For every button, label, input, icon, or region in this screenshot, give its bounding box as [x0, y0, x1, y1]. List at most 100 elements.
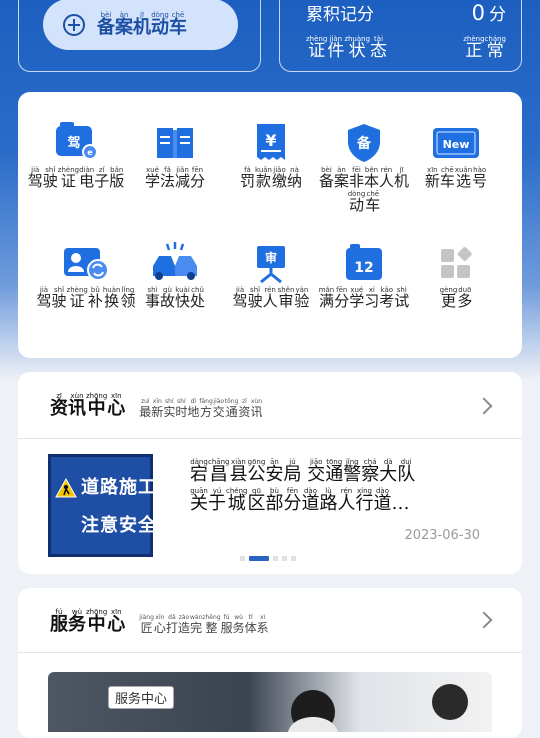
ruby-char: xué 学 — [145, 166, 160, 190]
carousel-dot[interactable] — [291, 556, 296, 561]
grid-item-e-license[interactable]: 驾 e jià 驾 shǐ 驶 zhèng 证 diàn 电 zǐ 子 bǎn 版 — [26, 122, 126, 190]
hanzi: 服 — [220, 621, 233, 636]
hanzi: 服 — [50, 614, 68, 635]
hanzi: 安 — [265, 464, 284, 485]
carousel-dot[interactable] — [282, 556, 287, 561]
hanzi: 通 — [225, 405, 238, 420]
grid-item-fine-payment[interactable]: ¥ fá 罚 kuǎn 款 jiǎo 缴 nà 纳 — [221, 122, 321, 190]
ruby-char: fāng 方 — [199, 398, 212, 419]
hanzi: 队 — [397, 464, 416, 485]
ruby-char: shǐ 驶 — [52, 286, 67, 310]
grid-item-register-nonowner[interactable]: 备 bèi 备 àn 案 fēi 非 běn 本 rén 人 jī 机 dòng 动 chē 车 — [314, 122, 414, 214]
ruby-char: dì 地 — [187, 398, 199, 419]
ruby-char: fēi 非 — [349, 166, 364, 190]
hanzi: 子 — [94, 172, 110, 190]
hanzi: 最 — [139, 405, 152, 420]
ruby-char: gōng 公 — [247, 458, 265, 485]
ruby-char: lù 路 — [319, 487, 337, 514]
service-subtitle: jiàng 匠 xīn 心 dǎ 打 zào 造 wán 完 zhěng 整 fú 服 wù 务 tǐ 体 xì 系 — [139, 614, 268, 635]
grid-item-accident[interactable]: shì 事 gù 故 kuài 快 chǔ 处 — [125, 242, 225, 310]
hanzi: 满 — [318, 292, 334, 310]
ruby-char: diàn 电 — [79, 166, 94, 190]
ruby-char: rén 人 — [379, 166, 394, 190]
ruby-char: xīn 新 — [151, 398, 163, 419]
ruby-char: jià 驾 — [28, 166, 43, 190]
svg-text:¥: ¥ — [265, 131, 276, 150]
ruby-char: tōng 通 — [325, 458, 343, 485]
carousel-dot-active[interactable] — [249, 556, 269, 561]
hanzi: 路 — [319, 492, 338, 514]
hanzi: 驶 — [42, 172, 58, 190]
ruby-char: kuài 快 — [175, 286, 190, 310]
ruby-char: wù 务 — [68, 608, 86, 635]
grid-item-new-plate[interactable]: New xīn 新 chē 车 xuǎn 选 hào 号 — [406, 122, 506, 190]
hanzi: 人 — [262, 292, 278, 310]
ruby-char: shì 事 — [145, 286, 160, 310]
driver-review-icon: 审 — [247, 242, 295, 284]
ruby-char: jiāo 交 — [213, 398, 225, 419]
svg-text:New: New — [443, 138, 470, 151]
grid-item-driver-review[interactable]: 审 jià 驾 shǐ 驶 rén 人 shěn 审 yàn 验 — [221, 242, 321, 310]
hanzi: 昌 — [209, 464, 228, 485]
ruby-char: àn 案 — [115, 11, 133, 38]
hanzi: 分 — [334, 292, 350, 310]
hanzi: 审 — [278, 292, 294, 310]
hanzi: 事 — [144, 292, 160, 310]
ruby-char: jiàn 件 — [327, 35, 344, 61]
chevron-right-icon[interactable] — [475, 611, 493, 629]
ruby-char: zhèng 正 — [463, 35, 484, 61]
ruby-char: tài 态 — [370, 35, 387, 61]
accident-icon — [151, 242, 199, 284]
ruby-char: běn 本 — [364, 166, 379, 190]
hanzi: 分 — [190, 172, 206, 190]
grid-item-label: jià 驾 shǐ 驶 zhèng 证 bǔ 补 huàn 换 lǐng 领 — [36, 286, 136, 310]
chevron-right-icon[interactable] — [475, 397, 493, 415]
register-vehicle-button[interactable]: bèi 备 àn 案 jī 机 dòng 动 chē 车 — [43, 0, 238, 50]
hanzi: 缴 — [272, 172, 288, 190]
grid-item-full-score-study[interactable]: 12 mǎn 满 fēn 分 xué 学 xí 习 kǎo 考 shì 试 — [314, 242, 414, 310]
hanzi: 动 — [348, 195, 364, 214]
points-row: 累 积 记 分 0 分 — [306, 0, 506, 25]
status-value: zhèng 正 cháng 常 — [463, 35, 506, 61]
ruby-char: xiàn 县 — [229, 458, 247, 485]
hanzi: 行 — [355, 492, 374, 514]
ruby-char: rén 人 — [337, 487, 355, 514]
grid-item-license-renew[interactable]: jià 驾 shǐ 驶 zhèng 证 bǔ 补 huàn 换 lǐng 领 — [36, 242, 136, 310]
service-banner-image[interactable]: 服务中心 — [48, 672, 492, 732]
grid-item-study-reduce[interactable]: xué 学 fǎ 法 jiǎn 减 fēn 分 — [125, 122, 225, 190]
hanzi: 道 — [301, 492, 320, 514]
ruby-char: zhōng 中 — [86, 392, 107, 419]
hanzi: 体 — [244, 621, 257, 636]
register-panel: bèi 备 àn 案 jī 机 dòng 动 chē 车 — [18, 0, 261, 72]
ruby-char: dà 大 — [379, 458, 397, 485]
news-thumbnail[interactable]: 道路施工 注意安全 — [48, 454, 156, 557]
grid-item-label: gèng 更 duō 多 — [406, 286, 506, 310]
ruby-char: wán 完 — [190, 614, 202, 635]
hanzi: 资 — [50, 398, 68, 419]
ruby-char: guān 关 — [190, 487, 208, 514]
hanzi: 版 — [109, 172, 125, 190]
carousel-dot[interactable] — [273, 556, 278, 561]
hanzi: 系 — [256, 621, 269, 636]
hanzi: 学 — [144, 172, 160, 190]
ruby-char: shěn 审 — [278, 286, 295, 310]
grid-item-more[interactable]: gèng 更 duō 多 — [406, 242, 506, 310]
ruby-char: … — [391, 487, 409, 514]
news-headline[interactable]: dàng 宕 chāng 昌 xiàn 县 gōng 公 ān 安 jú 局 jiāo 交 tōng 通 jǐ… — [190, 458, 490, 516]
ruby-char: fá 罚 — [240, 166, 255, 190]
news-header[interactable]: zī 资 xùn 讯 zhōng 中 xīn 心 zuì 最 xīn 新 shí 实 shí 时 dì 地 fān… — [50, 392, 262, 419]
license-stats-panel: 累 积 记 分 0 分 zhèng 证 jiàn 件 zhuàng 状 tài 态 zhèng… — [279, 0, 522, 72]
points-unit: 分 — [489, 0, 506, 25]
divider — [18, 652, 522, 653]
hanzi: 换 — [104, 292, 120, 310]
service-header[interactable]: fú 服 wù 务 zhōng 中 xīn 心 jiàng 匠 xīn 心 dǎ 打 zào 造 wán 完 zh… — [50, 608, 269, 635]
carousel-dots[interactable] — [240, 556, 296, 561]
hanzi: 驶 — [247, 292, 263, 310]
hanzi: 正 — [465, 41, 483, 61]
carousel-dot[interactable] — [240, 556, 245, 561]
ruby-char: tōng 通 — [225, 398, 239, 419]
ruby-char: dàng 宕 — [190, 458, 208, 485]
news-center-card: zī 资 xùn 讯 zhōng 中 xīn 心 zuì 最 xīn 新 shí 实 shí 时 dì 地 fān… — [18, 372, 522, 574]
ruby-char: xí 习 — [364, 286, 379, 310]
register-shield-icon: 备 — [340, 122, 388, 164]
